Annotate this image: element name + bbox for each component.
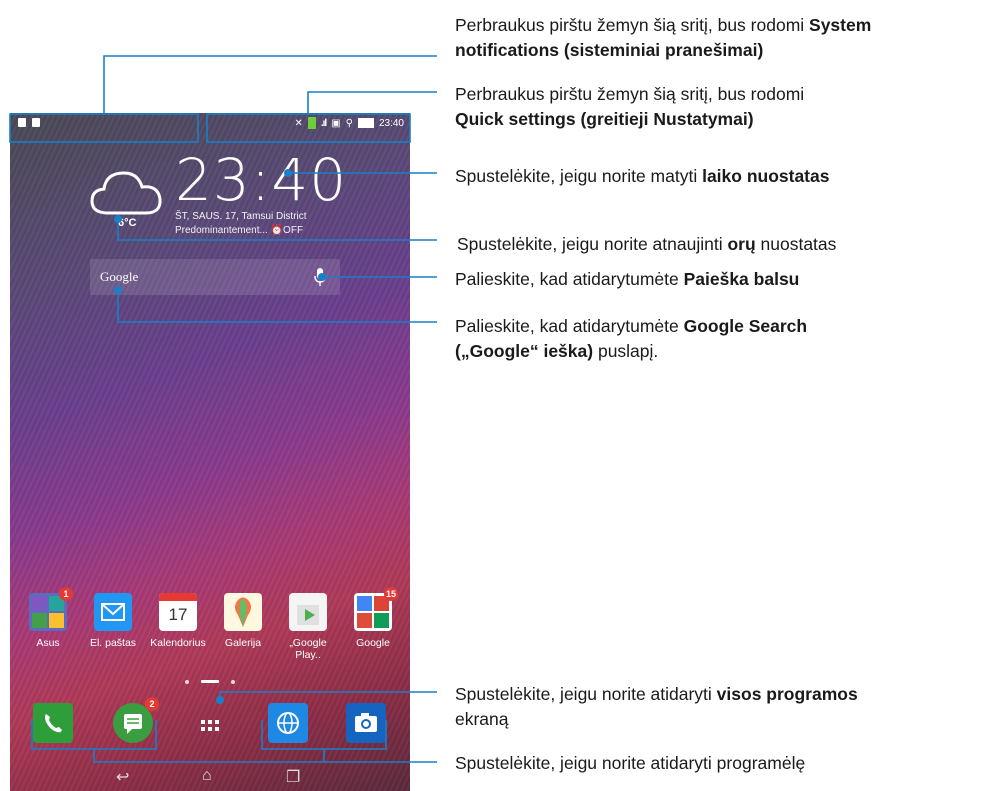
battery-icon <box>357 118 374 128</box>
weather-line: Predominantement... ⏰OFF <box>175 225 304 236</box>
callout-bold: Quick settings (greitieji Nustatymai) <box>455 109 754 129</box>
recent-apps-icon[interactable]: ❐ <box>286 767 300 787</box>
app-calendar[interactable]: 17 Kalendorius <box>148 593 208 649</box>
app-label: El. paštas <box>89 637 137 649</box>
date-line: ŠT, SAUS. 17, Tamsui District <box>175 211 307 222</box>
callout-all-apps: Spustelėkite, jeigu norite atidaryti vis… <box>455 682 875 732</box>
google-search-bar[interactable]: Google <box>90 259 340 295</box>
phone-screen: ✕ .ıl ▣ ⚲ 23:40 6°C 23:40 ŠT, SAUS. 17, … <box>10 113 410 791</box>
google-folder-icon: 15 <box>354 587 398 631</box>
callout-quick-settings: Perbraukus pirštu žemyn šią sritį, bus r… <box>455 82 980 132</box>
page-indicator <box>10 673 410 691</box>
app-google-play[interactable]: „Google Play.. <box>278 593 338 661</box>
clock-time[interactable]: 23:40 <box>175 151 347 209</box>
callout-bold: Paieška balsu <box>683 269 800 289</box>
google-badge: 15 <box>384 587 398 601</box>
microphone-icon[interactable] <box>314 268 326 286</box>
app-email[interactable]: El. paštas <box>83 593 143 649</box>
search-label: Google <box>100 269 139 284</box>
app-asus[interactable]: 1 Asus <box>18 587 78 649</box>
back-icon[interactable]: ↩ <box>116 767 129 787</box>
callout-text: Palieskite, kad atidarytumėte <box>455 316 684 336</box>
calendar-icon: 17 <box>159 593 197 631</box>
callout-text: Spustelėkite, jeigu norite atnaujinti <box>457 234 728 254</box>
callout-tail: puslapį. <box>593 341 659 361</box>
phone-icon[interactable] <box>33 703 73 743</box>
callout-text: Perbraukus pirštu žemyn šią sritį, bus r… <box>455 15 810 35</box>
callout-text: Spustelėkite, jeigu norite atidaryti pro… <box>455 753 806 773</box>
callout-bold: laiko nuostatas <box>702 166 830 186</box>
app-label: Google <box>356 637 390 649</box>
callout-open-app: Spustelėkite, jeigu norite atidaryti pro… <box>455 751 980 776</box>
quick-settings-icons: ✕ .ıl ▣ ⚲ 23:40 <box>294 117 404 129</box>
app-gallery[interactable]: Galerija <box>213 593 273 649</box>
sim-icon <box>18 118 26 127</box>
home-app-row: 1 Asus El. paštas 17 Kalendorius Galerij… <box>10 587 410 661</box>
signal-icon: .ıl <box>320 117 327 129</box>
callout-bold: orų <box>727 234 756 254</box>
all-apps-icon[interactable] <box>190 703 230 743</box>
messages-icon[interactable]: 2 <box>113 697 159 743</box>
navigation-bar: ↩ ⌂ ❐ <box>10 763 410 791</box>
gallery-icon <box>224 593 262 631</box>
asus-badge: 1 <box>59 587 73 601</box>
callout-clock: Spustelėkite, jeigu norite matyti laiko … <box>455 164 980 189</box>
app-label: Kalendorius <box>150 637 206 649</box>
app-google[interactable]: 15 Google <box>343 587 403 649</box>
callout-voice-search: Palieskite, kad atidarytumėte Paieška ba… <box>455 267 980 292</box>
camera-icon[interactable] <box>346 703 386 743</box>
callout-text: Palieskite, kad atidarytumėte <box>455 269 684 289</box>
dock: 2 <box>10 697 410 763</box>
home-icon[interactable]: ⌂ <box>202 767 212 785</box>
notification-icons <box>18 118 40 127</box>
email-icon <box>94 593 132 631</box>
calendar-day: 17 <box>168 605 188 624</box>
google-play-icon <box>289 593 327 631</box>
callout-tail: nuostatas <box>755 234 837 254</box>
app-label: Galerija <box>224 637 262 649</box>
clock-widget[interactable]: 23:40 ŠT, SAUS. 17, Tamsui District Pred… <box>175 151 347 237</box>
callout-text: Spustelėkite, jeigu norite matyti <box>455 166 703 186</box>
temperature[interactable]: 6°C <box>118 217 136 229</box>
callout-notifications: Perbraukus pirštu žemyn šią sritį, bus r… <box>455 13 980 63</box>
callout-text: Spustelėkite, jeigu norite atidaryti <box>455 684 717 704</box>
callout-text: Perbraukus pirštu žemyn šią sritį, bus r… <box>455 84 805 104</box>
app-label: „Google Play.. <box>289 637 327 661</box>
asus-folder-icon: 1 <box>29 587 73 631</box>
app-label: Asus <box>36 637 60 649</box>
messages-badge: 2 <box>145 697 159 711</box>
mute-icon: ✕ <box>294 117 303 129</box>
message-icon <box>32 118 40 127</box>
callout-weather: Spustelėkite, jeigu norite atnaujinti or… <box>457 232 982 257</box>
callout-tail: ekraną <box>455 709 509 729</box>
status-time: 23:40 <box>378 117 404 129</box>
location-icon: ⚲ <box>345 117 353 129</box>
browser-icon[interactable] <box>268 703 308 743</box>
callout-bold: visos programos <box>716 684 858 704</box>
sim-card-icon: ▣ <box>331 117 341 129</box>
battery-charging-icon <box>307 117 316 129</box>
callout-google-search: Palieskite, kad atidarytumėte Google Sea… <box>455 314 850 364</box>
cloud-icon[interactable] <box>88 161 168 221</box>
status-bar[interactable]: ✕ .ıl ▣ ⚲ 23:40 <box>10 113 410 135</box>
